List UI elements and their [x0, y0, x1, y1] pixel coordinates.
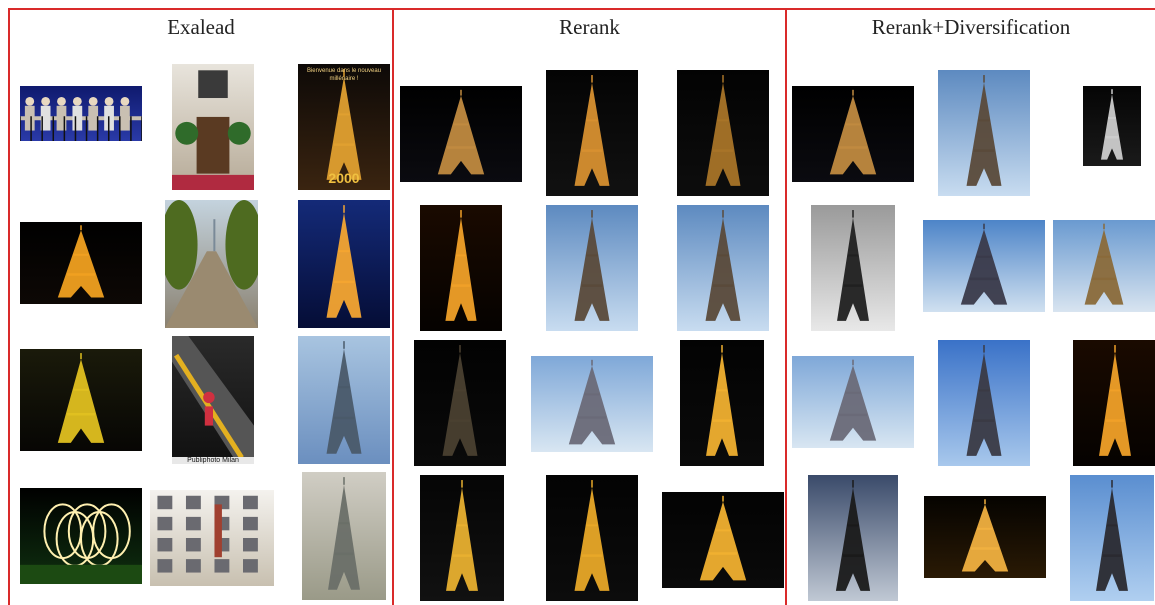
eiffel-tower-icon: [302, 472, 386, 600]
result-thumbnail[interactable]: [400, 86, 522, 182]
escalator-icon: [172, 336, 254, 464]
building-facade-icon: [150, 490, 274, 586]
people-on-balcony-icon: [20, 86, 142, 141]
eiffel-tower-icon: [298, 336, 390, 464]
eiffel-tower-icon: [20, 349, 142, 451]
result-thumbnail[interactable]: [298, 200, 390, 328]
eiffel-tower-icon: [1053, 220, 1155, 312]
column-title-exalead: Exalead: [167, 15, 235, 39]
result-thumbnail[interactable]: [302, 472, 386, 600]
result-thumbnail[interactable]: [1070, 475, 1154, 601]
eiffel-tower-icon: [792, 86, 914, 182]
eiffel-tower-icon: [662, 492, 784, 588]
eiffel-tower-icon: [792, 356, 914, 448]
tree-lined-path-icon: [165, 200, 258, 328]
result-thumbnail[interactable]: [1073, 340, 1155, 466]
eiffel-tower-icon: [938, 340, 1030, 466]
eiffel-tower-icon: [1073, 340, 1155, 466]
result-thumbnail[interactable]: [531, 356, 653, 452]
result-thumbnail[interactable]: [20, 349, 142, 451]
result-thumbnail[interactable]: [20, 86, 142, 141]
column-divider-2: [785, 8, 787, 605]
eiffel-tower-icon: [546, 205, 638, 331]
result-thumbnail[interactable]: [662, 492, 784, 588]
light-rings-icon: [20, 488, 142, 584]
frame-left-border: [8, 8, 10, 605]
eiffel-tower-icon: [298, 200, 390, 328]
result-thumbnail[interactable]: Bienvenue dans le nouveau millénaire ! 20…: [298, 64, 390, 190]
result-thumbnail[interactable]: [1083, 86, 1141, 166]
result-thumbnail[interactable]: [298, 336, 390, 464]
result-thumbnail[interactable]: [150, 490, 274, 586]
eiffel-tower-icon: [680, 340, 764, 466]
thumbnail-caption: Publiphoto Milan: [172, 457, 254, 464]
eiffel-tower-icon: [811, 205, 895, 331]
result-thumbnail[interactable]: [923, 220, 1045, 312]
result-thumbnail[interactable]: [811, 205, 895, 331]
result-thumbnail[interactable]: [677, 205, 769, 331]
result-thumbnail[interactable]: [420, 205, 502, 331]
eiffel-tower-icon: [420, 475, 504, 601]
thumbnail-caption: Bienvenue dans le nouveau millénaire !: [306, 68, 382, 82]
column-title-rerank: Rerank: [559, 15, 620, 39]
eiffel-tower-icon: [414, 340, 506, 466]
eiffel-tower-icon: [1083, 86, 1141, 166]
result-thumbnail[interactable]: [546, 70, 638, 196]
result-thumbnail[interactable]: [1053, 220, 1155, 312]
eiffel-tower-icon: [531, 356, 653, 452]
eiffel-tower-icon: [400, 86, 522, 182]
result-thumbnail[interactable]: [938, 340, 1030, 466]
eiffel-tower-icon: [923, 220, 1045, 312]
result-thumbnail[interactable]: [165, 200, 258, 328]
thumbnail-year: 2000: [328, 170, 360, 186]
eiffel-tower-icon: [546, 475, 638, 601]
eiffel-tower-icon: [677, 70, 769, 196]
result-thumbnail[interactable]: [172, 64, 254, 190]
eiffel-tower-icon: [677, 205, 769, 331]
column-divider-1: [392, 8, 394, 605]
result-thumbnail[interactable]: [792, 356, 914, 448]
eiffel-tower-icon: [1070, 475, 1154, 601]
result-thumbnail[interactable]: [546, 475, 638, 601]
result-thumbnail[interactable]: [20, 488, 142, 584]
eiffel-tower-icon: [808, 475, 898, 601]
result-thumbnail[interactable]: [938, 70, 1030, 196]
result-thumbnail[interactable]: [924, 496, 1046, 578]
eiffel-tower-icon: [924, 496, 1046, 578]
hotel-entrance-icon: [172, 64, 254, 190]
eiffel-tower-icon: [546, 70, 638, 196]
eiffel-tower-icon: [420, 205, 502, 331]
result-thumbnail[interactable]: [546, 205, 638, 331]
result-thumbnail[interactable]: [808, 475, 898, 601]
eiffel-tower-icon: [938, 70, 1030, 196]
column-title-rerank-diversification: Rerank+Diversification: [871, 15, 1071, 39]
eiffel-tower-icon: [20, 222, 142, 304]
frame-top-border: [8, 8, 1155, 10]
result-thumbnail[interactable]: [792, 86, 914, 182]
result-thumbnail[interactable]: [20, 222, 142, 304]
result-thumbnail[interactable]: [414, 340, 506, 466]
result-thumbnail[interactable]: [677, 70, 769, 196]
result-thumbnail[interactable]: [680, 340, 764, 466]
result-thumbnail[interactable]: [420, 475, 504, 601]
result-thumbnail[interactable]: Publiphoto Milan: [172, 336, 254, 464]
comparison-figure: Exalead Rerank Rerank+Diversification Bi…: [0, 0, 1155, 605]
